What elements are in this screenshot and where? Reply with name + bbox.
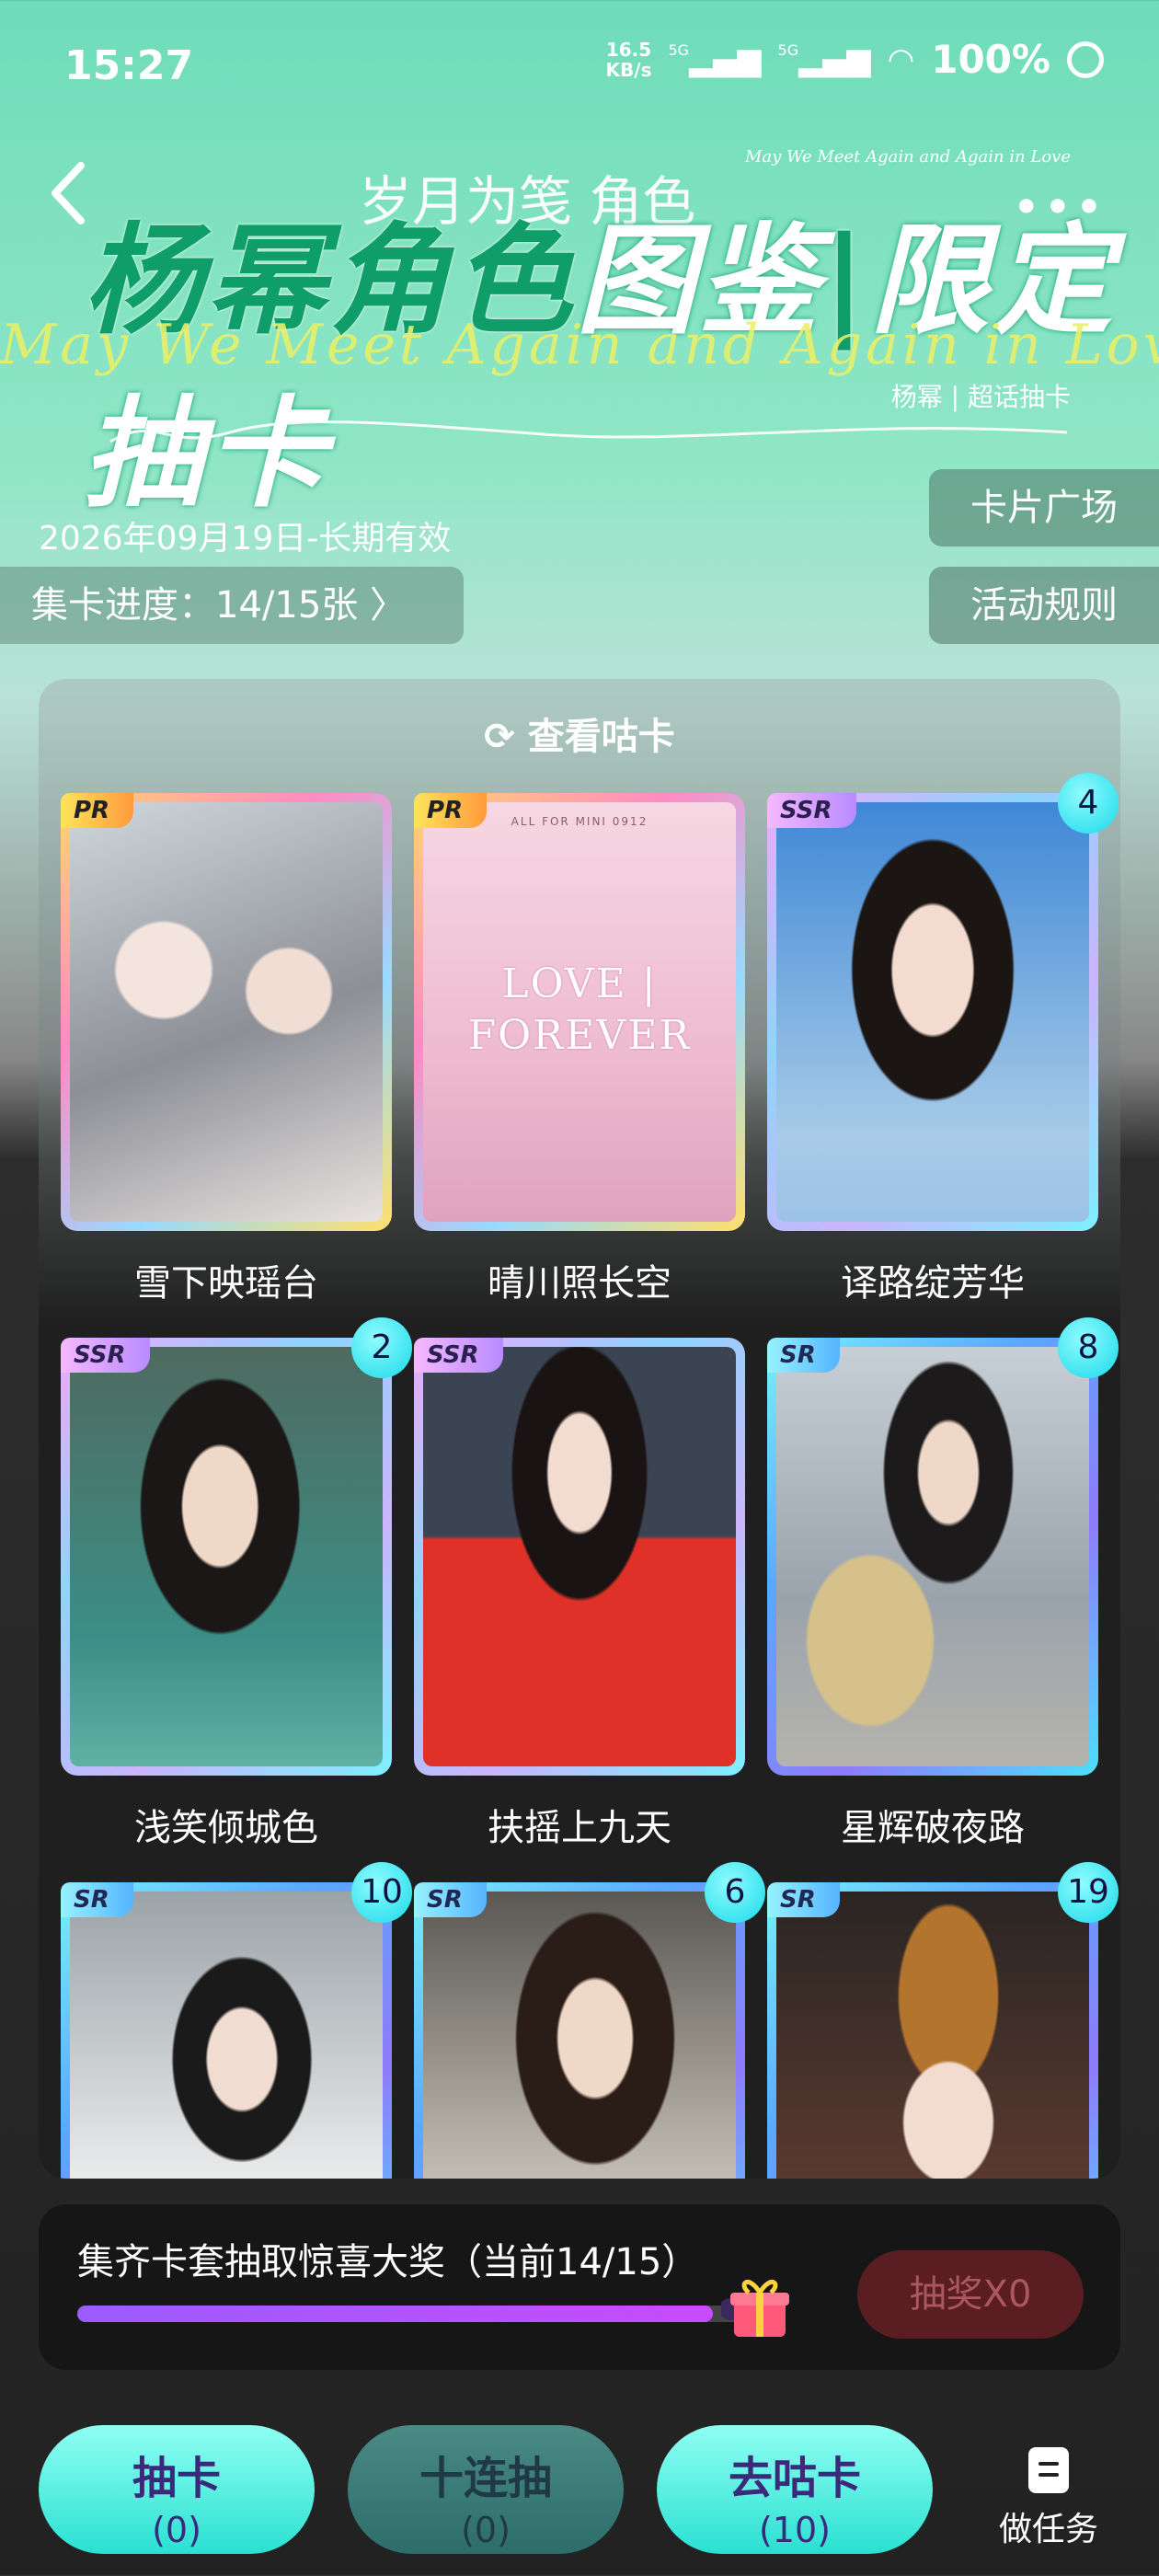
draw-card-button[interactable]: 抽卡 (0) (39, 2425, 315, 2554)
go-gu-card-button[interactable]: 去咕卡 (10) (657, 2425, 933, 2554)
card-frame: PR ALL FOR MINI 0912 LOVE | FOREVER (414, 793, 745, 1231)
card-frame: PR (61, 793, 392, 1231)
signal-icon-2: 5G▂▄▆ (777, 40, 871, 78)
card-photo (70, 1892, 383, 2179)
card-frame: SSR 2 (61, 1317, 412, 1776)
network-type-1: 5G (668, 40, 690, 59)
rarity-badge: SSR (767, 793, 856, 828)
do-task-label: 做任务 (998, 2511, 1098, 2548)
card-item[interactable]: SR 6 (414, 1862, 765, 2179)
status-bar: 15:27 16.5 KB/s 5G▂▄▆ 5G▂▄▆ ◠ 100% (0, 0, 1159, 138)
card-count-badge: 6 (705, 1862, 765, 1923)
ten-draw-count: (0) (461, 2510, 511, 2550)
rarity-badge: SR (414, 1882, 487, 1917)
reward-progress-fill (77, 2306, 713, 2322)
view-gu-card-button[interactable]: ⟳ 查看咕卡 (39, 707, 1120, 760)
reward-panel: 集齐卡套抽取惊喜大奖（当前14/15） 抽奖X0 (39, 2204, 1120, 2370)
go-gu-card-count: (10) (758, 2510, 831, 2550)
header-english-small: May We Meet Again and Again in Love (744, 147, 1071, 167)
rarity-badge: PR (61, 793, 134, 828)
card-item[interactable]: PR ALL FOR MINI 0912 LOVE | FOREVER 晴川照长空 (414, 793, 745, 1306)
gift-icon (721, 2280, 789, 2337)
card-photo (776, 1347, 1089, 1766)
card-photo (423, 1892, 736, 2179)
card-name: 晴川照长空 (488, 1262, 671, 1305)
draw-card-count: (0) (152, 2510, 201, 2550)
card-art-text: LOVE | FOREVER (423, 959, 736, 1062)
collection-progress-button[interactable]: 集卡进度：14/15张 〉 (0, 567, 464, 644)
network-type-2: 5G (777, 40, 799, 59)
card-count-badge: 19 (1058, 1862, 1119, 1923)
card-photo (423, 1347, 736, 1766)
card-frame: SSR (414, 1338, 745, 1776)
card-count-badge: 10 (351, 1862, 412, 1923)
ten-draw-button[interactable]: 十连抽 (0) (348, 2425, 624, 2554)
draw-card-label: 抽卡 (132, 2453, 221, 2504)
card-frame: SR 10 (61, 1862, 412, 2179)
card-item[interactable]: SSR 2 浅笑倾城色 (61, 1317, 412, 1851)
card-count-badge: 2 (351, 1317, 412, 1378)
signal-icon: 5G▂▄▆ (668, 40, 762, 78)
card-name: 浅笑倾城色 (134, 1807, 318, 1849)
rarity-badge: SSR (414, 1338, 503, 1373)
card-count-badge: 4 (1058, 773, 1119, 834)
rarity-badge: SR (767, 1882, 840, 1917)
status-time: 15:27 (64, 42, 194, 89)
status-icons: 16.5 KB/s 5G▂▄▆ 5G▂▄▆ ◠ 100% (606, 37, 1104, 82)
panel-title-label: 查看咕卡 (527, 716, 675, 758)
card-frame: SR 6 (414, 1862, 765, 2179)
card-name: 星辉破夜路 (841, 1807, 1025, 1849)
lottery-button[interactable]: 抽奖X0 (857, 2250, 1084, 2339)
card-frame: SR 8 (767, 1317, 1119, 1776)
rarity-badge: SR (767, 1338, 840, 1373)
net-speed-value: 16.5 (605, 38, 652, 61)
card-item[interactable]: PR 雪下映瑶台 (61, 793, 392, 1306)
card-art-line-2: FOREVER (467, 1012, 692, 1059)
header-english-big: May We Meet Again and Again in Love (0, 313, 1159, 377)
battery-ring-icon (1067, 40, 1104, 78)
card-item[interactable]: SR 10 (61, 1862, 412, 2179)
do-task-button[interactable]: 做任务 (984, 2447, 1113, 2550)
rarity-badge: SR (61, 1882, 133, 1917)
task-list-icon (1028, 2447, 1069, 2493)
card-item[interactable]: SR 19 (767, 1862, 1119, 2179)
net-speed: 16.5 KB/s (606, 40, 652, 80)
card-name: 扶摇上九天 (488, 1807, 671, 1849)
decorative-swoosh (109, 420, 1068, 443)
activity-rules-button[interactable]: 活动规则 (929, 567, 1159, 644)
validity-text: 2026年09月19日-长期有效 (39, 520, 452, 558)
card-item[interactable]: SR 8 星辉破夜路 (767, 1317, 1119, 1851)
reward-text: 集齐卡套抽取惊喜大奖（当前14/15） (77, 2241, 699, 2283)
card-panel: ⟳ 查看咕卡 PR 雪下映瑶台 PR ALL FOR MINI 0912 LOVE… (39, 679, 1120, 2179)
card-item[interactable]: SSR 4 译路绽芳华 (767, 773, 1119, 1306)
card-plaza-button[interactable]: 卡片广场 (929, 469, 1159, 546)
reward-progress-bar (77, 2306, 758, 2322)
wifi-icon: ◠ (887, 40, 915, 78)
ten-draw-label: 十连抽 (419, 2453, 552, 2504)
go-gu-card-label: 去咕卡 (728, 2453, 861, 2504)
rarity-badge: SSR (61, 1338, 150, 1373)
refresh-icon: ⟳ (484, 716, 515, 758)
card-name: 译路绽芳华 (841, 1262, 1025, 1305)
card-frame: SR 19 (767, 1862, 1119, 2179)
card-photo (776, 1892, 1089, 2179)
card-photo (70, 1347, 383, 1766)
card-photo: ALL FOR MINI 0912 LOVE | FOREVER (423, 802, 736, 1222)
rarity-badge: PR (414, 793, 488, 828)
card-art-line-1: LOVE | (501, 960, 658, 1007)
card-name: 雪下映瑶台 (134, 1262, 318, 1305)
card-count-badge: 8 (1058, 1317, 1119, 1378)
net-speed-unit: KB/s (605, 58, 652, 81)
card-photo (776, 802, 1089, 1222)
battery-level: 100% (931, 37, 1050, 82)
card-frame: SSR 4 (767, 773, 1119, 1231)
card-photo (70, 802, 383, 1222)
card-item[interactable]: SSR 扶摇上九天 (414, 1338, 745, 1851)
